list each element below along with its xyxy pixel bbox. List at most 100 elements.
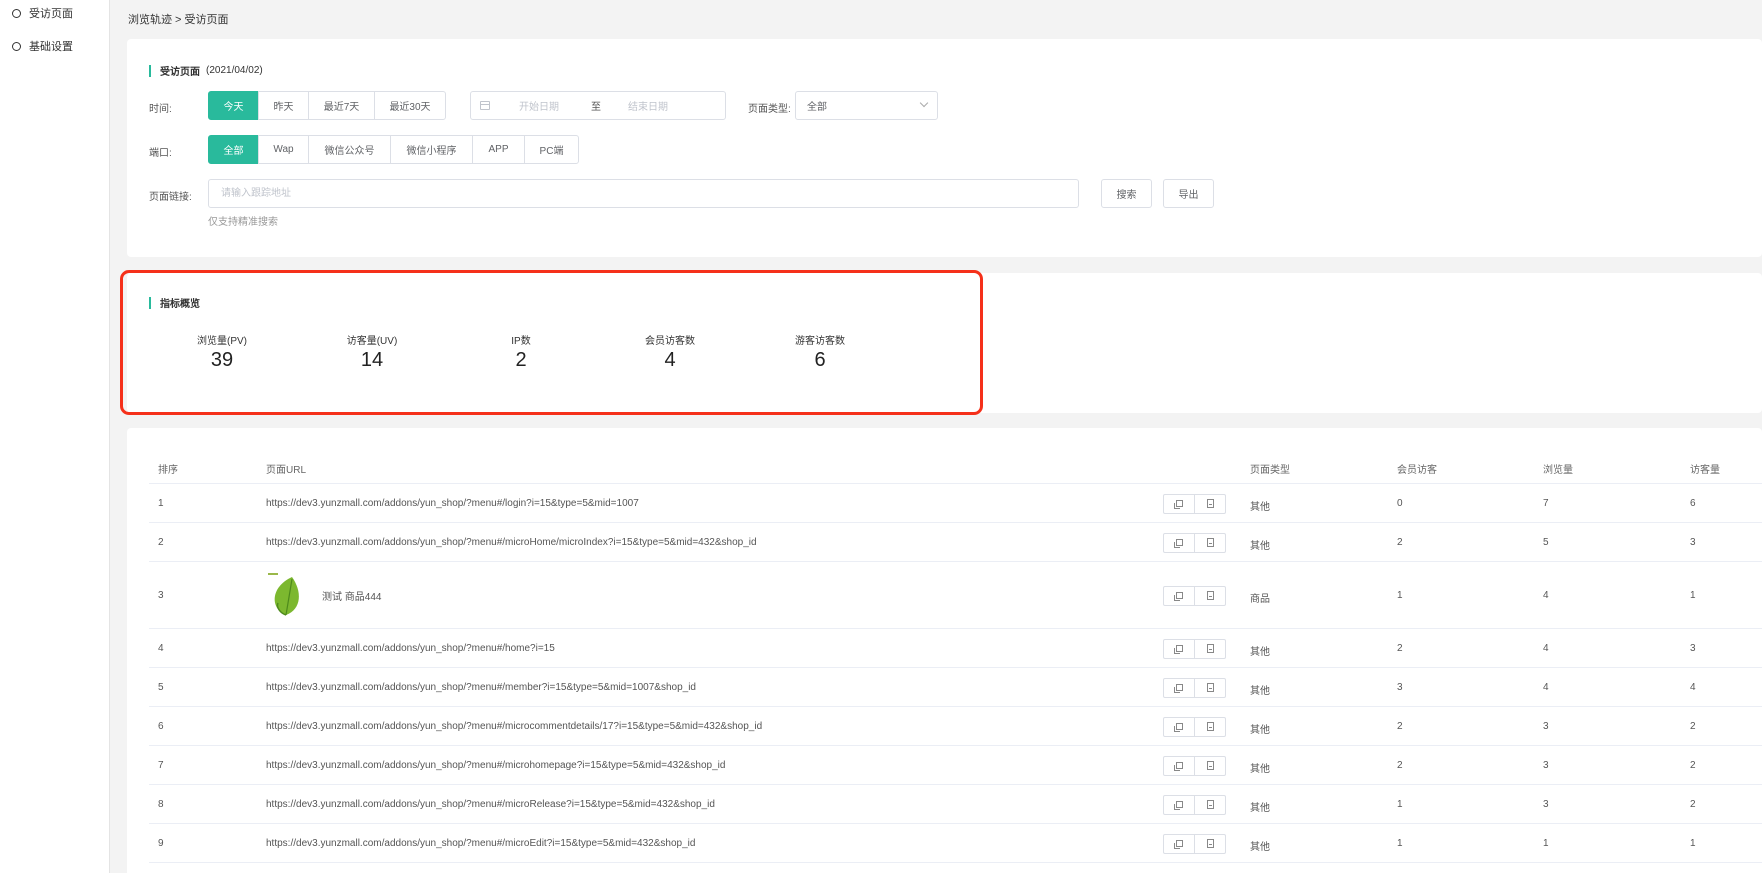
cell-rank: 7 [158,759,164,771]
export-button[interactable]: 导出 [1163,179,1214,208]
cell-page-type: 其他 [1250,685,1270,697]
row-action-buttons [1163,716,1226,737]
breadcrumb: 浏览轨迹 > 受访页面 [128,14,229,26]
cell-url[interactable]: https://dev3.yunzmall.com/addons/yun_sho… [266,643,555,654]
cell-url[interactable]: https://dev3.yunzmall.com/addons/yun_sho… [266,760,725,771]
port-option-wechat-miniprogram[interactable]: 微信小程序 [390,135,473,164]
document-button[interactable] [1194,638,1226,659]
copy-button[interactable] [1163,716,1195,737]
metrics-section-title: 指标概览 [149,295,200,310]
page-type-label: 页面类型: [748,104,791,115]
metric-ip: IP数 2 [461,332,581,372]
port-label: 端口: [149,148,172,159]
copy-icon [1173,645,1183,654]
cell-pageviews: 7 [1543,497,1549,509]
document-icon [1206,644,1214,653]
cell-url[interactable]: https://dev3.yunzmall.com/addons/yun_sho… [266,498,639,509]
time-option-30days[interactable]: 最近30天 [374,91,446,120]
document-button[interactable] [1194,677,1226,698]
time-label: 时间: [149,104,172,115]
th-rank: 排序 [158,465,178,476]
cell-goods[interactable]: 测试 商品444 [266,573,381,617]
date-range-picker[interactable]: 开始日期 至 结束日期 [470,91,726,120]
cell-visitors: 1 [1690,589,1696,601]
port-option-all[interactable]: 全部 [208,135,259,164]
document-icon [1206,538,1214,547]
cell-rank: 8 [158,798,164,810]
document-button[interactable] [1194,585,1226,606]
metric-value: 2 [515,349,527,371]
port-option-wap[interactable]: Wap [258,135,309,164]
cell-url[interactable]: https://dev3.yunzmall.com/addons/yun_sho… [266,682,696,693]
copy-icon [1173,684,1183,693]
sidebar-item-basic-settings[interactable]: 基础设置 [12,38,73,54]
document-button[interactable] [1194,755,1226,776]
cell-member-visits: 2 [1397,720,1403,732]
sidebar-item-label: 基础设置 [29,41,73,53]
copy-button[interactable] [1163,677,1195,698]
exact-search-hint: 仅支持精准搜索 [208,217,278,228]
product-name: 测试 商品444 [322,591,382,603]
time-option-yesterday[interactable]: 昨天 [258,91,309,120]
cell-member-visits: 3 [1397,681,1403,693]
cell-rank: 9 [158,837,164,849]
copy-button[interactable] [1163,755,1195,776]
start-date-placeholder[interactable]: 开始日期 [519,98,559,113]
cell-member-visits: 2 [1397,759,1403,771]
document-button[interactable] [1194,794,1226,815]
document-button[interactable] [1194,716,1226,737]
metric-member-visitors: 会员访客数 4 [610,332,730,372]
copy-button[interactable] [1163,638,1195,659]
cell-visitors: 2 [1690,759,1696,771]
cell-url[interactable]: https://dev3.yunzmall.com/addons/yun_sho… [266,537,757,548]
filter-section-title: 受访页面 (2021/04/02) [149,63,263,78]
cell-pageviews: 4 [1543,589,1549,601]
copy-button[interactable] [1163,833,1195,854]
document-icon [1206,839,1214,848]
copy-button[interactable] [1163,794,1195,815]
circle-icon [12,41,21,51]
page-link-input[interactable] [208,179,1079,208]
document-button[interactable] [1194,493,1226,514]
page-type-select[interactable]: 全部 [795,91,938,120]
metric-pv: 浏览量(PV) 39 [162,332,282,372]
metric-value: 39 [210,349,234,371]
copy-button[interactable] [1163,532,1195,553]
document-icon [1206,591,1214,600]
copy-button[interactable] [1163,585,1195,606]
copy-icon [1173,840,1183,849]
time-option-today[interactable]: 今天 [208,91,259,120]
cell-url[interactable]: https://dev3.yunzmall.com/addons/yun_sho… [266,721,762,732]
metric-uv: 访客量(UV) 14 [312,332,432,372]
sidebar: 受访页面 基础设置 [0,0,110,873]
row-action-buttons [1163,677,1226,698]
cell-visitors: 6 [1690,497,1696,509]
document-button[interactable] [1194,532,1226,553]
row-action-buttons [1163,755,1226,776]
copy-button[interactable] [1163,493,1195,514]
cell-visitors: 4 [1690,681,1696,693]
cell-pageviews: 1 [1543,837,1549,849]
metric-value: 14 [360,349,384,371]
page-link-label: 页面链接: [149,192,192,203]
end-date-placeholder[interactable]: 结束日期 [628,98,668,113]
cell-member-visits: 2 [1397,536,1403,548]
th-member-visits: 会员访客 [1397,465,1437,476]
time-options: 今天 昨天 最近7天 最近30天 [208,91,446,120]
document-icon [1206,761,1214,770]
port-option-pc[interactable]: PC端 [524,135,579,164]
cell-page-type: 其他 [1250,763,1270,775]
accent-bar [149,64,151,77]
document-icon [1206,722,1214,731]
port-option-app[interactable]: APP [472,135,525,164]
product-image [268,573,299,616]
port-option-wechat-official[interactable]: 微信公众号 [308,135,391,164]
cell-url[interactable]: https://dev3.yunzmall.com/addons/yun_sho… [266,838,695,849]
time-option-7days[interactable]: 最近7天 [308,91,375,120]
document-button[interactable] [1194,833,1226,854]
filter-date: (2021/04/02) [206,65,263,76]
cell-visitors: 3 [1690,642,1696,654]
search-button[interactable]: 搜索 [1101,179,1152,208]
cell-url[interactable]: https://dev3.yunzmall.com/addons/yun_sho… [266,799,715,810]
sidebar-item-visited-pages[interactable]: 受访页面 [12,5,73,21]
